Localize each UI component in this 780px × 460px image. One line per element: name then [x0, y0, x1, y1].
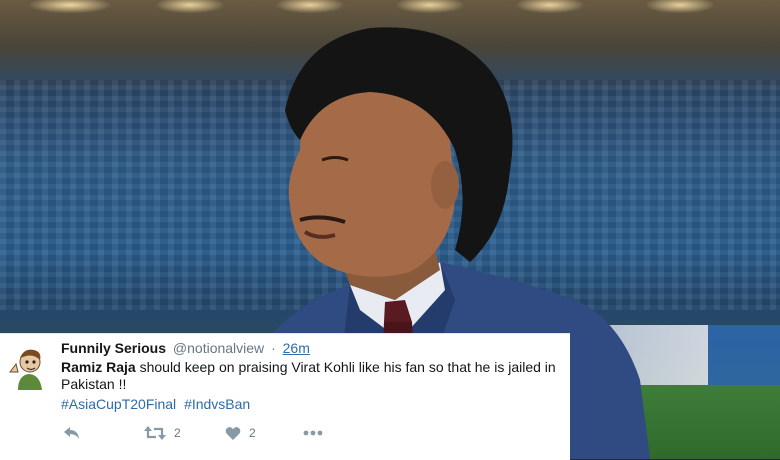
avatar[interactable] [4, 342, 52, 390]
reply-icon [64, 427, 79, 439]
tweet-body: should keep on praising Virat Kohli like… [61, 359, 556, 392]
more-dots-icon [303, 430, 323, 436]
retweet-count: 2 [174, 426, 181, 440]
timestamp-link[interactable]: 26m [283, 340, 310, 356]
retweet-icon [144, 426, 166, 440]
retweet-button[interactable]: 2 [144, 423, 181, 443]
separator-dot: · [271, 340, 276, 356]
hashtag-link[interactable]: #AsiaCupT20Final [61, 396, 176, 412]
heart-icon [225, 426, 241, 440]
user-handle[interactable]: @notionalview [173, 340, 264, 356]
tweet-card: Funnily Serious @notionalview · 26m Rami… [0, 333, 570, 460]
like-button[interactable]: 2 [225, 423, 256, 443]
more-button[interactable] [303, 423, 323, 443]
display-name[interactable]: Funnily Serious [61, 340, 166, 356]
tweet-text: Ramiz Raja should keep on praising Virat… [61, 359, 566, 393]
like-count: 2 [249, 426, 256, 440]
mention: Ramiz Raja [61, 359, 136, 375]
reply-button[interactable] [63, 423, 81, 443]
tweet-actions: 2 2 [61, 423, 361, 445]
tweet-header: Funnily Serious @notionalview · 26m [61, 340, 310, 356]
hashtag-link[interactable]: #IndvsBan [184, 396, 250, 412]
hashtag-list: #AsiaCupT20Final #IndvsBan [61, 396, 250, 412]
